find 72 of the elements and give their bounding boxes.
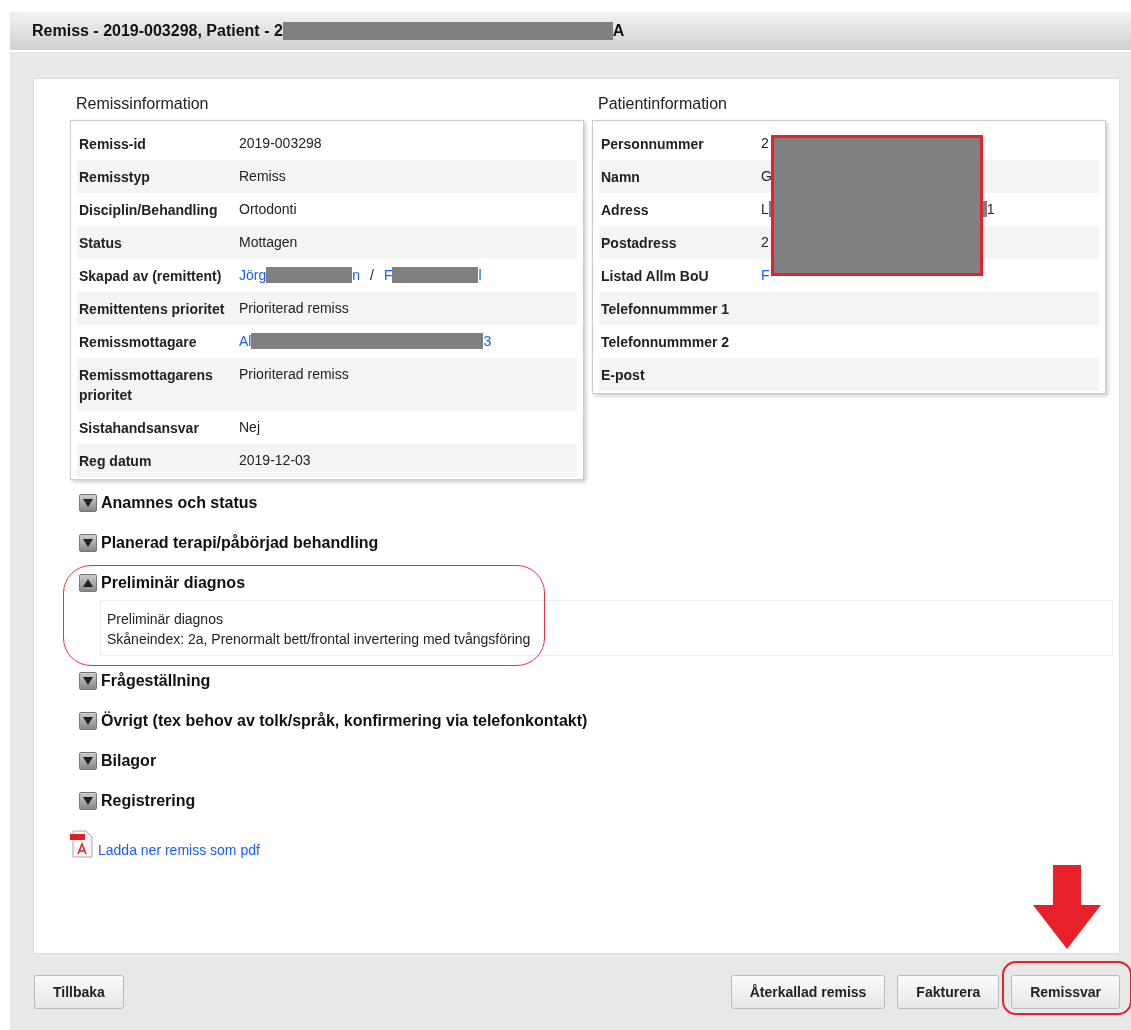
expand-icon <box>83 757 93 765</box>
row-label: Remissmottagarens prioritet <box>78 366 214 405</box>
section-title: Bilagor <box>101 752 157 770</box>
window-title: Remiss - 2019-003298, Patient - 2 <box>32 22 283 40</box>
link[interactable]: F <box>383 265 393 285</box>
content-text: Preliminär diagnos <box>107 611 224 627</box>
toggle-button[interactable] <box>79 672 97 690</box>
row-label: Postadress <box>600 234 678 253</box>
row-label: Adress <box>600 201 650 220</box>
expand-icon <box>83 717 93 725</box>
link[interactable]: n <box>352 265 361 285</box>
row-label: Remisstyp <box>78 168 151 187</box>
collapse-icon <box>83 579 93 587</box>
cell-text: Prioriterad remiss <box>239 365 349 384</box>
row-label: Personnummer <box>600 135 705 154</box>
row-label: Telefonnummmer 2 <box>600 333 731 352</box>
content-text: Skåneindex: 2a, Prenormalt bett/frontal invertering med tvångsföring <box>107 631 532 647</box>
section-title: Planerad terapi/påbörjad behandling <box>101 534 379 552</box>
toggle-button[interactable] <box>79 574 97 592</box>
row-label: Reg datum <box>78 452 153 471</box>
action-button[interactable]: Remissvar <box>1011 975 1120 1009</box>
link[interactable]: Jörg <box>239 265 267 285</box>
cell-text: Prioriterad remiss <box>239 299 349 318</box>
row-label: Remissmottagare <box>78 333 198 352</box>
row-label: Remittentens prioritet <box>78 300 226 319</box>
link[interactable]: l <box>478 265 482 285</box>
toggle-button[interactable] <box>79 494 97 512</box>
cell-text: L <box>761 200 769 219</box>
toggle-button[interactable] <box>79 712 97 730</box>
action-button[interactable]: Fakturera <box>897 975 1000 1009</box>
cell-text: Remiss <box>239 167 286 186</box>
expand-icon <box>83 677 93 685</box>
row-label: Skapad av (remittent) <box>78 267 223 286</box>
row-label: Status <box>78 234 123 253</box>
row-label: Disciplin/Behandling <box>78 201 219 220</box>
section-heading: Remissinformation <box>76 95 210 113</box>
cell-text: 2019-12-03 <box>239 451 311 470</box>
row-label: Listad Allm BoU <box>600 267 710 286</box>
cell-text: G <box>761 167 772 186</box>
section-title: Preliminär diagnos <box>101 574 246 592</box>
cell-text: Ortodonti <box>239 200 297 219</box>
download-link[interactable]: Ladda ner remiss som pdf <box>98 842 260 858</box>
cell-text: Nej <box>239 418 260 437</box>
cell-text: 2019-003298 <box>239 134 322 153</box>
row-label: Telefonnummmer 1 <box>600 300 731 319</box>
cell-text: 2 <box>761 233 769 252</box>
toggle-button[interactable] <box>79 752 97 770</box>
separator-text: / <box>370 266 374 285</box>
cell-text: 1 <box>986 200 995 219</box>
window-title: A <box>612 22 625 40</box>
cell-text: 2 <box>761 134 769 153</box>
expand-icon <box>83 539 93 547</box>
expand-icon <box>83 499 93 507</box>
row-label: E-post <box>600 366 646 385</box>
link[interactable]: F <box>761 265 770 285</box>
expand-icon <box>83 797 93 805</box>
action-button[interactable]: Återkallad remiss <box>730 975 886 1009</box>
toggle-button[interactable] <box>79 534 97 552</box>
action-button[interactable]: Tillbaka <box>34 975 124 1009</box>
row-label: Namn <box>600 168 641 187</box>
section-title: Registrering <box>101 792 196 810</box>
link[interactable]: Al <box>239 331 252 351</box>
toggle-button[interactable] <box>79 792 97 810</box>
row-label: Remiss-id <box>78 135 147 154</box>
section-title: Övrigt (tex behov av tolk/språk, konfirmering via telefonkontakt) <box>101 712 588 730</box>
section-title: Anamnes och status <box>101 494 258 512</box>
cell-text: Mottagen <box>239 233 298 252</box>
row-label: Sistahandsansvar <box>78 419 200 438</box>
link[interactable]: 3 <box>483 331 492 351</box>
section-title: Frågeställning <box>101 672 211 690</box>
section-heading: Patientinformation <box>598 95 728 113</box>
pdf-file-icon <box>70 830 94 858</box>
